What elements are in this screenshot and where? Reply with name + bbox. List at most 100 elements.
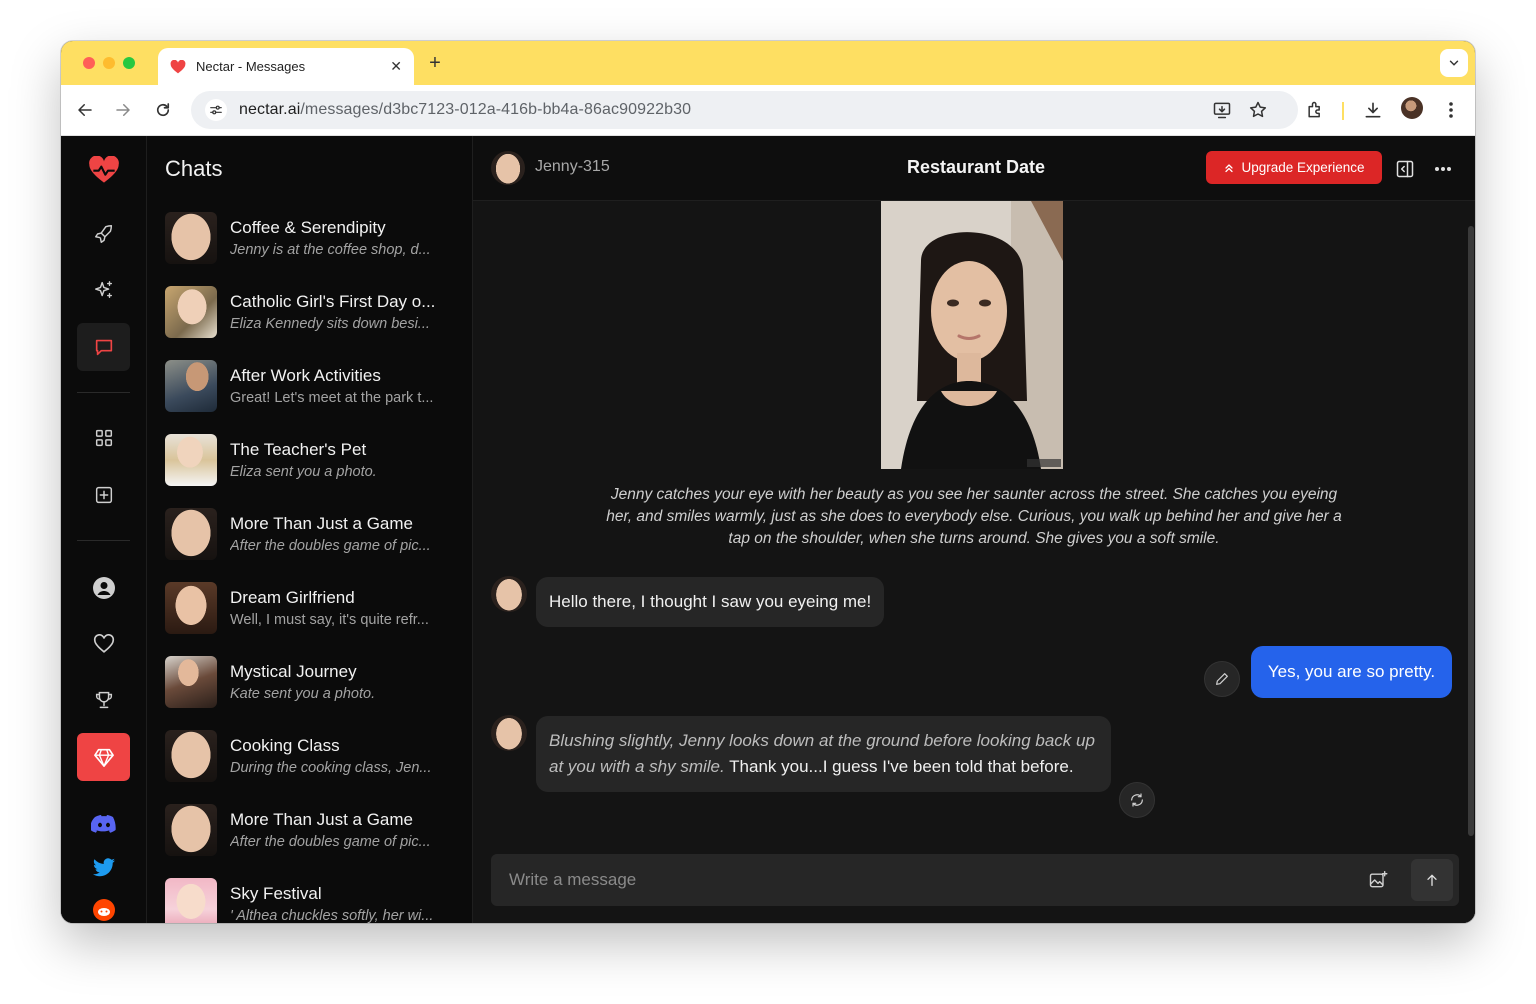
site-settings-icon[interactable] xyxy=(205,99,227,121)
chat-preview: Eliza sent you a photo. xyxy=(230,464,377,480)
refresh-icon xyxy=(1131,793,1143,807)
extensions-icon[interactable] xyxy=(1303,98,1327,122)
message-composer xyxy=(491,854,1459,906)
tab-nectar-messages[interactable]: Nectar - Messages ✕ xyxy=(158,48,414,85)
avatar xyxy=(165,434,217,486)
chat-list-item[interactable]: Catholic Girl's First Day o... Eliza Kenn… xyxy=(165,284,465,340)
conversation-title: Restaurant Date xyxy=(907,157,1046,177)
send-button[interactable] xyxy=(1411,859,1453,901)
chat-preview: ' Althea chuckles softly, her wi... xyxy=(230,908,434,923)
browser-toolbar: nectar.ai/messages/d3bc7123-012a-416b-bb… xyxy=(61,85,1475,136)
scene-photo[interactable] xyxy=(881,201,1063,469)
image-attach-icon[interactable] xyxy=(1367,869,1389,891)
chat-list-item[interactable]: More Than Just a Game After the doubles g… xyxy=(165,802,465,858)
close-tab-icon[interactable]: ✕ xyxy=(390,58,402,75)
chat-list-item[interactable]: Dream Girlfriend Well, I must say, it's q… xyxy=(165,580,465,636)
message-text: Thank you...I guess I've been told that … xyxy=(724,757,1074,776)
user-icon[interactable] xyxy=(77,564,130,612)
chat-list-item[interactable]: Sky Festival ' Althea chuckles softly, he… xyxy=(165,876,465,923)
chevron-down-icon xyxy=(1449,60,1459,66)
pencil-icon xyxy=(1216,673,1228,685)
bookmark-star-icon[interactable] xyxy=(1248,100,1268,120)
panel-toggle-icon[interactable] xyxy=(1393,157,1417,181)
profile-avatar[interactable] xyxy=(1401,97,1423,119)
trophy-icon[interactable] xyxy=(77,676,130,724)
rail-divider xyxy=(77,540,130,541)
chat-preview: Well, I must say, it's quite refr... xyxy=(230,612,429,628)
close-window-button[interactable] xyxy=(83,57,95,69)
chat-name: After Work Activities xyxy=(230,366,381,385)
sidebar-rail xyxy=(61,136,147,923)
chat-name: More Than Just a Game xyxy=(230,514,413,533)
chat-bubble-icon xyxy=(95,339,112,356)
discord-icon[interactable] xyxy=(77,800,130,848)
url-path: /messages/d3bc7123-012a-416b-bb4a-86ac90… xyxy=(300,101,692,118)
character-avatar[interactable] xyxy=(491,151,525,185)
message-avatar xyxy=(491,576,527,612)
sparkles-icon[interactable] xyxy=(77,266,130,314)
avatar xyxy=(165,878,217,923)
avatar xyxy=(165,804,217,856)
avatar xyxy=(165,656,217,708)
chats-heading: Chats xyxy=(165,156,223,181)
sidebar-item-messages[interactable] xyxy=(77,323,130,371)
reload-icon xyxy=(156,103,170,117)
character-message: Hello there, I thought I saw you eyeing … xyxy=(536,577,885,627)
tab-strip: Nectar - Messages ✕ + xyxy=(61,41,1475,85)
regenerate-button[interactable] xyxy=(1119,782,1155,818)
chat-list-item[interactable]: Coffee & Serendipity Jenny is at the coff… xyxy=(165,210,465,266)
toolbar-separator xyxy=(1342,102,1344,120)
user-message: Yes, you are so pretty. xyxy=(1251,646,1452,698)
chat-preview: After the doubles game of pic... xyxy=(230,538,431,554)
chat-list-panel: Chats Coffee & Serendipity Jenny is at th… xyxy=(147,136,557,923)
plus-square-icon[interactable] xyxy=(77,471,130,519)
twitter-icon[interactable] xyxy=(77,844,130,892)
chat-preview: Jenny is at the coffee shop, d... xyxy=(230,242,431,258)
logo-heart-pulse-icon[interactable] xyxy=(77,146,130,194)
chat-name: Sky Festival xyxy=(230,884,322,903)
chat-preview: After the doubles game of pic... xyxy=(230,834,431,850)
chat-list-item[interactable]: More Than Just a Game After the doubles g… xyxy=(165,506,465,562)
edit-message-button[interactable] xyxy=(1204,661,1240,697)
reddit-icon[interactable] xyxy=(77,886,130,923)
rocket-icon[interactable] xyxy=(77,210,130,258)
arrow-up-icon xyxy=(1427,874,1437,886)
avatar xyxy=(165,360,217,412)
maximize-window-button[interactable] xyxy=(123,57,135,69)
chat-list-item[interactable]: Mystical Journey Kate sent you a photo. xyxy=(165,654,465,710)
tab-search-button[interactable] xyxy=(1440,49,1468,77)
back-button[interactable] xyxy=(73,98,97,122)
chat-list-item[interactable]: The Teacher's Pet Eliza sent you a photo. xyxy=(165,432,465,488)
url-text: nectar.ai/messages/d3bc7123-012a-416b-bb… xyxy=(239,101,691,119)
minimize-window-button[interactable] xyxy=(103,57,115,69)
upgrade-label: Upgrade Experience xyxy=(1241,160,1365,175)
forward-button[interactable] xyxy=(111,98,135,122)
premium-diamond-button[interactable] xyxy=(77,733,130,781)
chat-name: More Than Just a Game xyxy=(230,810,413,829)
chat-preview: Great! Let's meet at the park t... xyxy=(230,390,434,406)
chat-list-item[interactable]: After Work Activities Great! Let's meet a… xyxy=(165,358,465,414)
conversation-scrollbar[interactable] xyxy=(1468,226,1474,836)
avatar xyxy=(165,582,217,634)
heart-icon[interactable] xyxy=(77,620,130,668)
character-name[interactable]: Jenny-315 xyxy=(535,158,610,176)
arrow-right-icon xyxy=(116,104,130,116)
grid-icon[interactable] xyxy=(77,414,130,462)
chat-name: The Teacher's Pet xyxy=(230,440,367,459)
upgrade-experience-button[interactable]: Upgrade Experience xyxy=(1206,151,1382,184)
diamond-icon xyxy=(93,748,114,767)
conversation-panel: Jenny-315 Restaurant Date Upgrade Experi… xyxy=(472,136,1475,923)
install-app-icon[interactable] xyxy=(1212,100,1232,120)
address-bar[interactable]: nectar.ai/messages/d3bc7123-012a-416b-bb… xyxy=(191,91,1298,129)
new-tab-button[interactable]: + xyxy=(423,51,447,75)
tab-title: Nectar - Messages xyxy=(196,59,306,74)
reload-button[interactable] xyxy=(151,98,175,122)
avatar xyxy=(165,212,217,264)
download-icon[interactable] xyxy=(1361,98,1385,122)
more-options-icon[interactable] xyxy=(1431,157,1455,181)
chat-list-item[interactable]: Cooking Class During the cooking class, J… xyxy=(165,728,465,784)
message-input[interactable] xyxy=(491,854,1351,906)
browser-menu-icon[interactable] xyxy=(1439,98,1463,122)
chat-name: Cooking Class xyxy=(230,736,340,755)
avatar xyxy=(165,286,217,338)
